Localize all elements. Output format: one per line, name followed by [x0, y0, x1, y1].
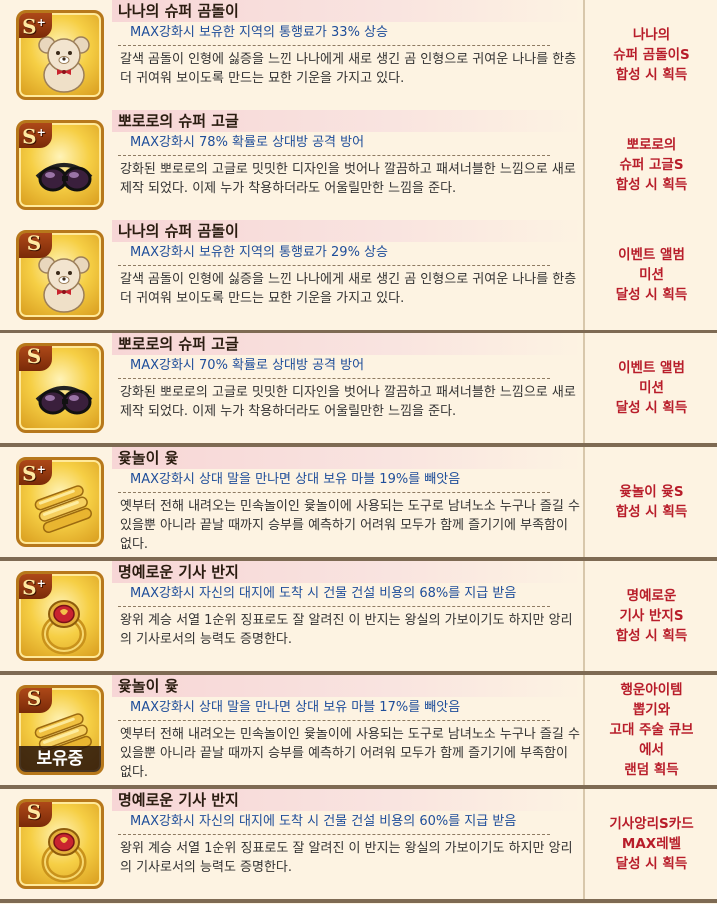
grade-badge: S — [19, 233, 52, 258]
item-description: 갈색 곰돌이 인형에 싫증을 느낀 나나에게 새로 생긴 곰 인형으로 귀여운 … — [120, 272, 577, 306]
column-divider — [583, 447, 585, 557]
teddy-bear-icon — [38, 256, 90, 313]
item-effect: MAX강화시 자신의 대지에 도착 시 건물 건설 비용의 60%를 지급 받음 — [130, 814, 517, 829]
item-title: 윷놀이 윷 — [118, 677, 179, 695]
item-description: 갈색 곰돌이 인형에 싫증을 느낀 나나에게 새로 생긴 곰 인형으로 귀여운 … — [120, 52, 577, 86]
item-title: 뽀로로의 슈퍼 고글 — [118, 112, 239, 130]
item-row[interactable]: S 명예로운 기사 반지 MAX강화시 자신의 대지에 도착 시 건물 건설 비… — [0, 789, 717, 903]
item-effect: MAX강화시 보유한 지역의 통행료가 33% 상승 — [130, 25, 388, 40]
item-row[interactable]: S+ 뽀로로의 슈퍼 고글 MAX강화시 78% 확률로 상대방 공격 방어 강… — [0, 110, 717, 224]
column-divider — [583, 0, 585, 110]
column-divider — [583, 561, 585, 671]
divider — [118, 265, 550, 266]
column-divider — [583, 110, 585, 220]
goggles-icon — [35, 163, 93, 192]
acquisition-text: 행운아이템 뽑기와 고대 주술 큐브 에서 랜덤 획득 — [609, 682, 694, 778]
acquisition-text: 이벤트 앨범 미션 달성 시 획득 — [615, 247, 688, 303]
item-row[interactable]: S+ 명예로운 기사 반지 MAX강화시 자신의 대지에 도착 시 건물 건설 … — [0, 561, 717, 675]
item-list: S+ 나나의 슈퍼 곰돌이 MAX강화시 보유한 지역의 통행료가 33% 상승… — [0, 0, 717, 904]
grade-badge: S+ — [19, 13, 52, 39]
divider — [118, 155, 550, 156]
item-title: 나나의 슈퍼 곰돌이 — [118, 222, 239, 240]
divider — [118, 720, 550, 721]
item-icon-frame[interactable]: S — [16, 799, 104, 889]
divider — [118, 378, 550, 379]
goggles-icon — [35, 386, 93, 415]
acquisition-text: 윷놀이 윷S 합성 시 획득 — [615, 484, 688, 520]
item-icon-frame[interactable]: S+ — [16, 571, 104, 661]
acquisition-text: 나나의 슈퍼 곰돌이S 합성 시 획득 — [613, 27, 690, 83]
item-description: 왕위 계승 서열 1순위 징표로도 잘 알려진 이 반지는 왕실의 가보이기도 … — [120, 613, 573, 647]
item-icon-frame[interactable]: S 보유중 — [16, 685, 104, 775]
item-effect: MAX강화시 상대 말을 만나면 상대 보유 마블 17%를 빼앗음 — [130, 700, 461, 715]
grade-badge: S — [19, 802, 52, 827]
item-icon-frame[interactable]: S+ — [16, 10, 104, 100]
item-effect: MAX강화시 78% 확률로 상대방 공격 방어 — [130, 135, 365, 150]
item-description: 옛부터 전해 내려오는 민속놀이인 윷놀이에 사용되는 도구로 남녀노소 누구나… — [120, 727, 580, 780]
item-icon-frame[interactable]: S+ — [16, 457, 104, 547]
item-description: 옛부터 전해 내려오는 민속놀이인 윷놀이에 사용되는 도구로 남녀노소 누구나… — [120, 499, 580, 552]
ring-icon — [41, 600, 87, 655]
item-effect: MAX강화시 자신의 대지에 도착 시 건물 건설 비용의 68%를 지급 받음 — [130, 586, 517, 601]
acquisition-text: 뽀로로의 슈퍼 고글S 합성 시 획득 — [615, 137, 688, 193]
teddy-bear-icon — [38, 36, 90, 93]
item-row[interactable]: S 보유중 윷놀이 윷 MAX강화시 상대 말을 만나면 상대 보유 마블 17… — [0, 675, 717, 789]
item-row[interactable]: S 뽀로로의 슈퍼 고글 MAX강화시 70% 확률로 상대방 공격 방어 강화… — [0, 333, 717, 447]
divider — [118, 45, 550, 46]
acquisition-text: 기사앙리S카드 MAX레벨 달성 시 획득 — [609, 816, 694, 872]
column-divider — [583, 333, 585, 443]
item-title: 나나의 슈퍼 곰돌이 — [118, 2, 239, 20]
grade-badge: S — [19, 346, 52, 371]
divider — [118, 492, 550, 493]
yut-sticks-icon — [34, 485, 92, 533]
grade-badge: S+ — [19, 574, 52, 600]
item-description: 왕위 계승 서열 1순위 징표로도 잘 알려진 이 반지는 왕실의 가보이기도 … — [120, 841, 573, 875]
column-divider — [583, 675, 585, 785]
column-divider — [583, 220, 585, 330]
grade-badge: S+ — [19, 460, 52, 486]
item-title: 명예로운 기사 반지 — [118, 563, 239, 581]
title-bar — [112, 675, 582, 697]
item-description: 강화된 뽀로로의 고글로 밋밋한 디자인을 벗어나 깔끔하고 패셔너블한 느낌으… — [120, 162, 576, 196]
item-icon-frame[interactable]: S — [16, 230, 104, 320]
ring-icon — [41, 828, 87, 883]
item-title: 뽀로로의 슈퍼 고글 — [118, 335, 239, 353]
acquisition-text: 명예로운 기사 반지S 합성 시 획득 — [615, 588, 688, 644]
title-bar — [112, 447, 582, 469]
divider — [118, 834, 550, 835]
item-icon-frame[interactable]: S+ — [16, 120, 104, 210]
item-effect: MAX강화시 보유한 지역의 통행료가 29% 상승 — [130, 245, 388, 260]
item-icon-frame[interactable]: S — [16, 343, 104, 433]
item-effect: MAX강화시 상대 말을 만나면 상대 보유 마블 19%를 빼앗음 — [130, 472, 461, 487]
item-title: 명예로운 기사 반지 — [118, 791, 239, 809]
grade-badge: S+ — [19, 123, 52, 149]
acquisition-text: 이벤트 앨범 미션 달성 시 획득 — [615, 360, 688, 416]
grade-badge: S — [19, 688, 52, 713]
item-row[interactable]: S+ 윷놀이 윷 MAX강화시 상대 말을 만나면 상대 보유 마블 19%를 … — [0, 447, 717, 561]
owned-label: 보유중 — [19, 746, 101, 772]
column-divider — [583, 789, 585, 899]
item-description: 강화된 뽀로로의 고글로 밋밋한 디자인을 벗어나 깔끔하고 패셔너블한 느낌으… — [120, 385, 576, 419]
item-title: 윷놀이 윷 — [118, 449, 179, 467]
item-effect: MAX강화시 70% 확률로 상대방 공격 방어 — [130, 358, 365, 373]
item-row[interactable]: S 나나의 슈퍼 곰돌이 MAX강화시 보유한 지역의 통행료가 29% 상승 … — [0, 220, 717, 334]
item-row[interactable]: S+ 나나의 슈퍼 곰돌이 MAX강화시 보유한 지역의 통행료가 33% 상승… — [0, 0, 717, 114]
divider — [118, 606, 550, 607]
